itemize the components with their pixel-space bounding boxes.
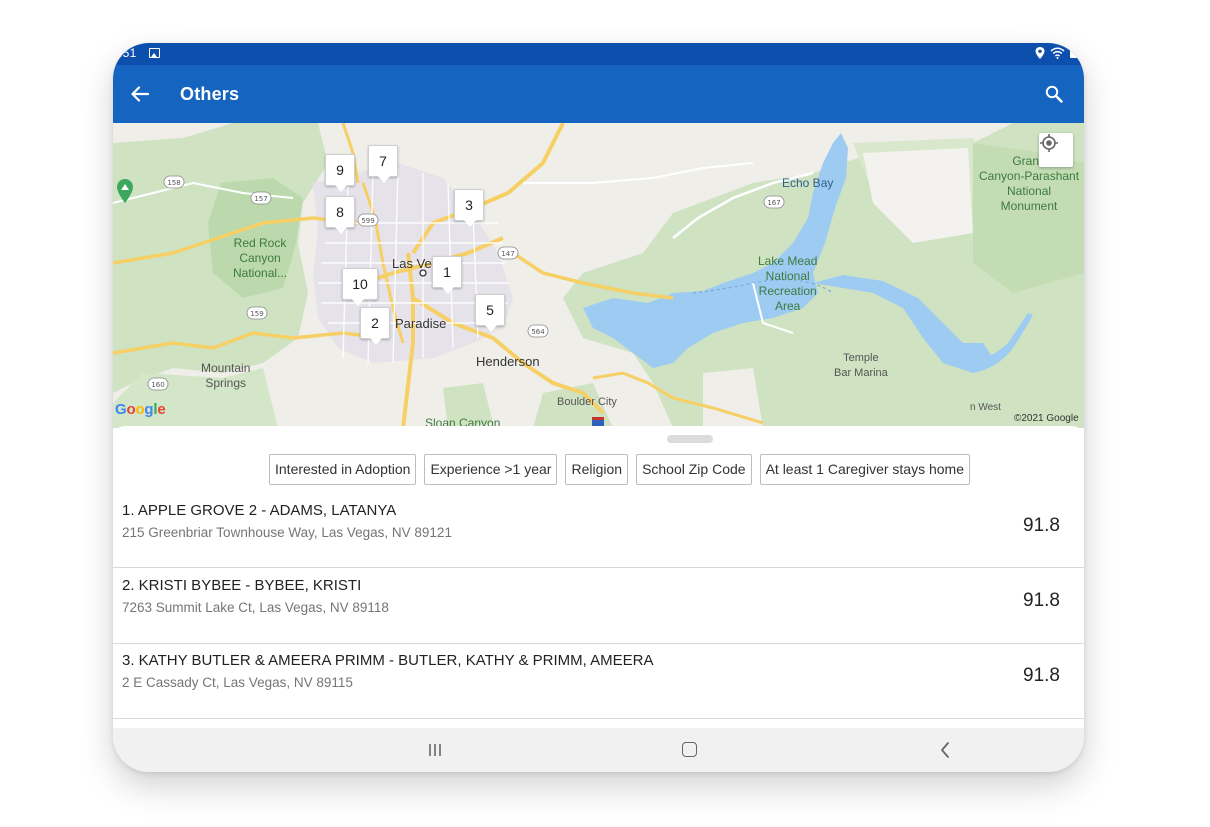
- result-name: 1. APPLE GROVE 2 - ADAMS, LATANYA: [122, 502, 397, 519]
- back-icon[interactable]: [939, 741, 951, 759]
- search-icon: [1045, 85, 1063, 103]
- route-shield: 167: [767, 199, 780, 207]
- page-title: Others: [180, 84, 240, 104]
- filter-chips: Interested in Adoption Experience >1 yea…: [269, 454, 970, 485]
- map-label-west: n West: [970, 402, 1001, 413]
- result-score: 91.8: [1023, 590, 1060, 611]
- device-frame: :51 Others 158 157 599 147 167 159 564 1…: [113, 43, 1084, 772]
- result-score: 91.8: [1023, 665, 1060, 686]
- map-marker-9[interactable]: 9: [325, 154, 355, 192]
- filter-chip-experience[interactable]: Experience >1 year: [424, 454, 558, 485]
- result-address: 215 Greenbriar Townhouse Way, Las Vegas,…: [122, 525, 452, 540]
- result-row[interactable]: 3. KATHY BUTLER & AMEERA PRIMM - BUTLER,…: [113, 644, 1084, 719]
- route-shield: 157: [254, 195, 267, 203]
- back-button[interactable]: [127, 81, 153, 107]
- my-location-icon: [1040, 134, 1058, 152]
- wifi-icon: [1050, 47, 1065, 59]
- system-nav-bar: [113, 728, 1084, 772]
- route-shield: 158: [167, 179, 180, 187]
- result-address: 7263 Summit Lake Ct, Las Vegas, NV 89118: [122, 600, 389, 615]
- map-label-boulder-city: Boulder City: [557, 396, 617, 408]
- app-bar: Others: [113, 65, 1084, 123]
- map-label-paradise: Paradise: [395, 316, 447, 331]
- my-location-button[interactable]: [1039, 133, 1073, 167]
- route-shield: 160: [151, 381, 164, 389]
- route-shield: 599: [361, 217, 374, 225]
- results-sheet: Interested in Adoption Experience >1 yea…: [113, 426, 1084, 728]
- route-shield: 147: [501, 250, 514, 258]
- map-label-mountain-springs: Mountain Springs: [201, 361, 251, 390]
- map-view[interactable]: 158 157 599 147 167 159 564 160 Echo Bay…: [113, 123, 1084, 428]
- arrow-left-icon: [131, 86, 149, 102]
- result-row[interactable]: 1. APPLE GROVE 2 - ADAMS, LATANYA 215 Gr…: [113, 494, 1084, 568]
- map-copyright: ©2021 Google: [1014, 413, 1079, 424]
- drag-handle[interactable]: [667, 435, 713, 443]
- map-marker-7[interactable]: 7: [368, 145, 398, 183]
- map-marker-5[interactable]: 5: [475, 294, 505, 332]
- map-label-echo-bay: Echo Bay: [782, 176, 834, 190]
- map-label-red-rock: Red Rock Canyon National...: [233, 236, 288, 280]
- route-shield: 159: [250, 310, 263, 318]
- filter-chip-school-zip[interactable]: School Zip Code: [636, 454, 752, 485]
- filter-chip-caregiver-home[interactable]: At least 1 Caregiver stays home: [759, 454, 970, 485]
- status-bar: :51: [113, 43, 1084, 65]
- search-button[interactable]: [1042, 82, 1066, 106]
- map-marker-8[interactable]: 8: [325, 196, 355, 234]
- map-label-henderson: Henderson: [476, 354, 540, 369]
- status-time: :51: [119, 46, 137, 60]
- result-row[interactable]: 2. KRISTI BYBEE - BYBEE, KRISTI 7263 Sum…: [113, 569, 1084, 644]
- home-icon[interactable]: [682, 742, 697, 757]
- map-label-lake-mead: Lake Mead National Recreation Area: [758, 254, 818, 313]
- result-name: 3. KATHY BUTLER & AMEERA PRIMM - BUTLER,…: [122, 652, 654, 669]
- route-shield: 564: [531, 328, 545, 336]
- filter-chip-religion[interactable]: Religion: [565, 454, 629, 485]
- location-icon: [1035, 47, 1045, 59]
- recent-apps-icon[interactable]: [427, 742, 443, 758]
- map-marker-1[interactable]: 1: [432, 256, 462, 294]
- result-score: 91.8: [1023, 515, 1060, 536]
- filter-chip-adoption[interactable]: Interested in Adoption: [269, 454, 417, 485]
- result-address: 2 E Cassady Ct, Las Vegas, NV 89115: [122, 675, 353, 690]
- map-label-temple-bar: Temple Bar Marina: [834, 352, 888, 379]
- map-marker-3[interactable]: 3: [454, 189, 484, 227]
- google-logo: Google: [115, 401, 166, 418]
- battery-icon: [1070, 49, 1082, 58]
- result-name: 2. KRISTI BYBEE - BYBEE, KRISTI: [122, 577, 362, 594]
- image-icon: [149, 48, 160, 58]
- map-marker-2[interactable]: 2: [360, 307, 390, 345]
- map-label-las-vegas: Las Ve: [392, 256, 432, 271]
- map-marker-10[interactable]: 10: [342, 268, 378, 306]
